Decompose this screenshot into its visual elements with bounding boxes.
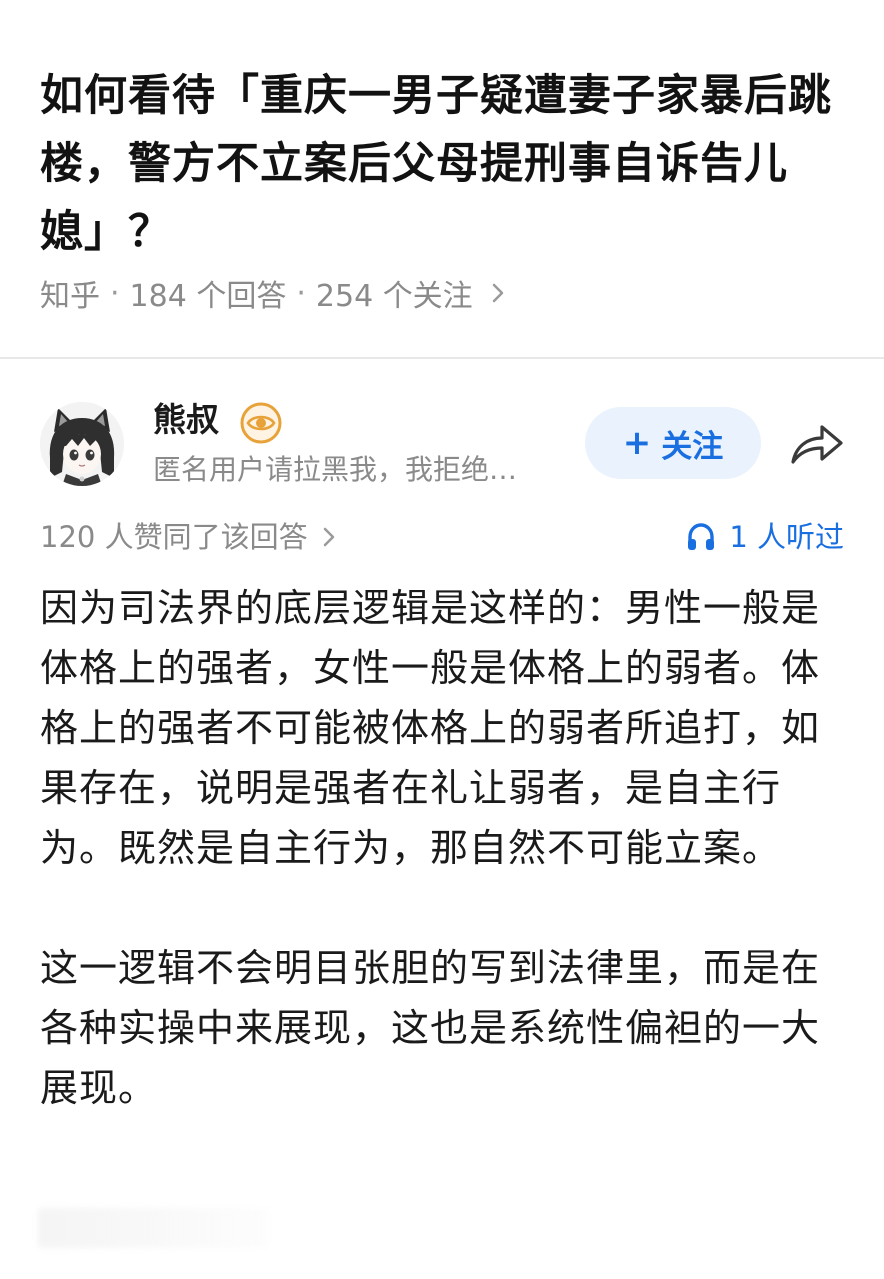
question-title[interactable]: 如何看待「重庆一男子疑遭妻子家暴后跳楼，警方不立案后父母提刑事自诉告儿媳」？ <box>40 62 845 266</box>
upvote-count: 120 人赞同了该回答 <box>40 520 308 554</box>
meta-separator: · <box>110 275 120 311</box>
source-label: 知乎 <box>40 279 100 314</box>
headphones-icon <box>688 523 715 550</box>
answers-count: 184 个回答 <box>129 279 287 314</box>
answer-paragraph: 这一逻辑不会明目张胆的写到法律里，而是在各种实操中来展现，这也是系统性偏袒的一大… <box>40 946 821 1110</box>
author-bio[interactable]: 匿名用户请拉黑我，我拒绝… <box>153 450 573 490</box>
answer-page: 如何看待「重庆一男子疑遭妻子家暴后跳楼，警方不立案后父母提刑事自诉告儿媳」？ 知… <box>0 0 884 1279</box>
question-meta[interactable]: 知乎 · 184 个回答 · 254 个关注 <box>40 270 509 316</box>
chevron-right-icon <box>487 282 509 304</box>
question-header[interactable]: 如何看待「重庆一男子疑遭妻子家暴后跳楼，警方不立案后父母提刑事自诉告儿媳」？ 知… <box>0 0 884 357</box>
eye-badge-icon[interactable] <box>240 402 282 444</box>
listen-info[interactable]: 1 人听过 <box>685 514 844 560</box>
share-icon[interactable] <box>788 418 846 468</box>
answer-body[interactable]: 因为司法界的底层逻辑是这样的：男性一般是体格上的强者，女性一般是体格上的弱者。体… <box>40 578 850 1118</box>
upvote-summary[interactable]: 120 人赞同了该回答 <box>40 514 342 560</box>
followers-count: 254 个关注 <box>315 279 473 314</box>
answer-paragraph: 因为司法界的底层逻辑是这样的：男性一般是体格上的强者，女性一般是体格上的弱者。体… <box>40 586 821 870</box>
meta-separator: · <box>296 275 306 311</box>
chevron-right-icon <box>322 526 342 548</box>
anime-girl-avatar-icon <box>40 402 124 486</box>
author-row: 熊叔 匿名用户请拉黑我，我拒绝… + 关注 <box>0 360 884 500</box>
section-divider <box>0 357 884 359</box>
avatar[interactable] <box>40 402 124 486</box>
author-name[interactable]: 熊叔 <box>153 398 219 442</box>
listener-count: 1 人听过 <box>729 520 844 554</box>
follow-label: 关注 <box>661 428 724 465</box>
plus-icon: + <box>622 423 652 463</box>
watermark <box>38 1208 268 1248</box>
stats-row: 120 人赞同了该回答 1 人听过 <box>0 514 884 560</box>
follow-button[interactable]: + 关注 <box>585 407 761 479</box>
